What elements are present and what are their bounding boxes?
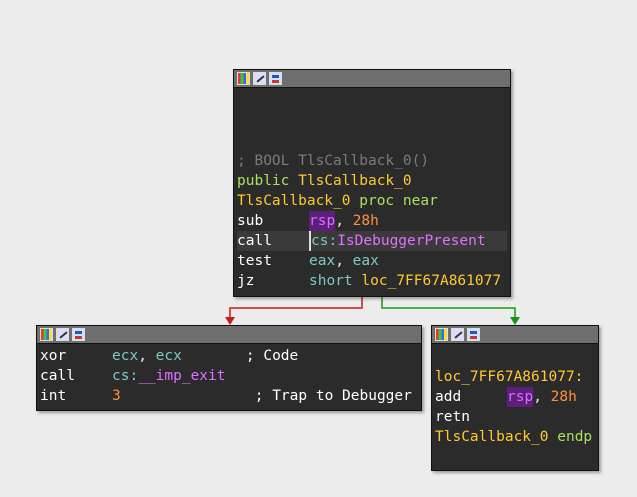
operand-separator: , [335, 213, 353, 229]
location-label[interactable]: loc_7FF67A861077: [435, 367, 583, 387]
operand-separator: , [138, 348, 156, 364]
node-titlebar[interactable] [37, 326, 421, 344]
line-comment: ; Code [245, 348, 299, 364]
rename-node-icon[interactable] [56, 328, 69, 341]
register-operand[interactable]: ecx [112, 346, 138, 366]
mnemonic: retn [435, 409, 470, 425]
function-name[interactable]: TlsCallback_0 [237, 191, 351, 211]
mnemonic: test [237, 253, 272, 269]
graph-node-icon[interactable] [269, 72, 282, 85]
import-name[interactable]: IsDebuggerPresent [337, 231, 485, 251]
code-block-return[interactable]: loc_7FF67A861077: add rsp, 28h retn TlsCa… [431, 325, 599, 471]
code-line[interactable]: loc_7FF67A861077: [435, 367, 595, 387]
code-line[interactable]: add rsp, 28h [435, 387, 595, 407]
node-color-icon[interactable] [435, 328, 448, 341]
operand-separator: , [533, 389, 551, 405]
function-signature-comment: ; BOOL TlsCallback_0() [237, 153, 430, 169]
near-keyword: near [402, 193, 438, 209]
segment-prefix: cs: [112, 368, 139, 384]
jump-target-label[interactable]: loc_7FF67A861077 [361, 271, 501, 291]
node-color-icon[interactable] [237, 72, 250, 85]
function-name[interactable]: TlsCallback_0 [435, 427, 549, 447]
rename-node-icon[interactable] [451, 328, 464, 341]
graph-node-icon[interactable] [467, 328, 480, 341]
register-operand[interactable]: eax [309, 251, 335, 271]
code-line[interactable]: retn [435, 407, 595, 427]
mnemonic: call [237, 233, 272, 249]
immediate-operand: 28h [352, 213, 379, 229]
code-line[interactable]: xor ecx, ecx ; Code [40, 346, 418, 366]
mnemonic: xor [40, 348, 67, 364]
mnemonic: jz [237, 273, 255, 289]
true-branch-arrow [510, 317, 520, 325]
code-line[interactable]: TlsCallback_0 endp [435, 427, 595, 447]
mnemonic: call [40, 368, 75, 384]
import-name[interactable]: __imp_exit [138, 366, 225, 386]
register-operand[interactable]: eax [353, 251, 379, 271]
code-line[interactable]: int 3 ; Trap to Debugger [40, 386, 418, 406]
node-titlebar[interactable] [432, 326, 598, 344]
jump-modifier: short [309, 273, 353, 289]
code-line[interactable]: jz short loc_7FF67A861077 [237, 271, 507, 291]
code-line[interactable]: test eax, eax [237, 251, 507, 271]
immediate-operand: 28h [550, 389, 577, 405]
true-branch-edge [381, 295, 516, 320]
code-block-tlscallback[interactable]: ; BOOL TlsCallback_0() public TlsCallbac… [233, 69, 511, 297]
code-line[interactable]: sub rsp, 28h [237, 211, 507, 231]
line-comment: ; Trap to Debugger [254, 388, 412, 404]
node-color-icon[interactable] [40, 328, 53, 341]
rename-node-icon[interactable] [253, 72, 266, 85]
public-keyword: public [237, 173, 290, 189]
register-operand[interactable]: rsp [507, 387, 534, 407]
code-line[interactable]: ; BOOL TlsCallback_0() [237, 151, 507, 171]
mnemonic: add [435, 389, 462, 405]
proc-keyword: proc [359, 193, 395, 209]
node-titlebar[interactable] [234, 70, 510, 88]
mnemonic: int [40, 388, 67, 404]
function-name[interactable]: TlsCallback_0 [298, 171, 412, 191]
code-line[interactable]: TlsCallback_0 proc near [237, 191, 507, 211]
false-branch-arrow [225, 317, 235, 325]
false-branch-edge [229, 295, 363, 320]
register-operand[interactable]: ecx [156, 346, 182, 366]
operand-separator: , [335, 253, 353, 269]
code-line[interactable]: call cs: __imp_exit [40, 366, 418, 386]
code-line-selected[interactable]: call cs: IsDebuggerPresent [237, 231, 507, 251]
segment-prefix: cs: [309, 231, 338, 251]
graph-node-icon[interactable] [72, 328, 85, 341]
immediate-operand: 3 [112, 388, 121, 404]
code-line[interactable]: public TlsCallback_0 [237, 171, 507, 191]
register-operand[interactable]: rsp [309, 211, 336, 231]
mnemonic: sub [237, 213, 264, 229]
endp-keyword: endp [557, 429, 593, 445]
code-block-exit[interactable]: xor ecx, ecx ; Code call cs: __imp_exit int 3… [36, 325, 422, 411]
